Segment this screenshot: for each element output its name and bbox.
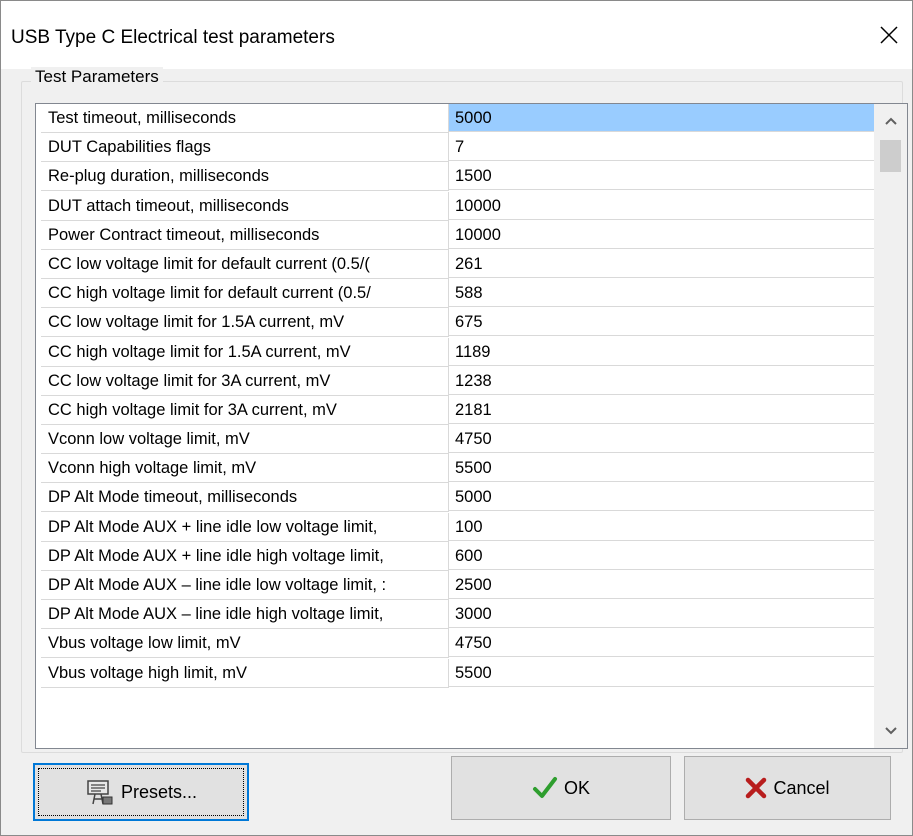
parameter-value[interactable]: 1189: [449, 338, 878, 366]
parameter-value[interactable]: 2181: [449, 396, 878, 424]
parameter-row[interactable]: Vconn low voltage limit, mV 4750: [41, 425, 878, 455]
parameter-value[interactable]: 261: [449, 250, 878, 278]
parameter-label: Test timeout, milliseconds: [41, 104, 449, 133]
scroll-thumb[interactable]: [880, 140, 901, 172]
parameter-value[interactable]: 5000: [449, 483, 878, 512]
parameter-label: DP Alt Mode AUX – line idle low voltage …: [41, 571, 449, 600]
parameter-label: Power Contract timeout, milliseconds: [41, 220, 449, 250]
parameter-value[interactable]: 5500: [449, 454, 878, 483]
parameter-value[interactable]: 675: [449, 308, 878, 337]
parameter-row[interactable]: DP Alt Mode AUX – line idle low voltage …: [41, 571, 878, 600]
parameter-row[interactable]: DP Alt Mode AUX + line idle low voltage …: [41, 512, 878, 542]
parameter-label: CC high voltage limit for 3A current, mV: [41, 395, 449, 425]
parameter-label: DUT Capabilities flags: [41, 133, 449, 163]
parameter-row[interactable]: Vbus voltage high limit, mV 5500: [41, 658, 878, 688]
parameter-value[interactable]: 5500: [449, 659, 878, 687]
parameter-row[interactable]: CC high voltage limit for 1.5A current, …: [41, 337, 878, 367]
focus-rectangle: [38, 768, 244, 816]
scroll-up-button[interactable]: [874, 104, 907, 138]
vertical-scrollbar[interactable]: [874, 104, 907, 748]
ok-label: OK: [563, 777, 590, 798]
title-bar: USB Type C Electrical test parameters: [1, 1, 912, 69]
parameter-row[interactable]: DUT Capabilities flags 7: [41, 133, 878, 163]
parameter-label: CC high voltage limit for default curren…: [41, 279, 449, 309]
parameter-value[interactable]: 10000: [449, 221, 878, 249]
parameter-value[interactable]: 4750: [449, 425, 878, 454]
parameter-label: DP Alt Mode AUX + line idle low voltage …: [41, 512, 449, 542]
parameter-value[interactable]: 7: [449, 133, 878, 162]
dialog-window: USB Type C Electrical test parameters Te…: [0, 0, 913, 836]
parameter-label: DP Alt Mode timeout, milliseconds: [41, 483, 449, 513]
parameter-label: CC low voltage limit for 1.5A current, m…: [41, 308, 449, 338]
parameter-rows: Test timeout, milliseconds 5000 DUT Capabi…: [41, 104, 878, 688]
window-title: USB Type C Electrical test parameters: [11, 27, 335, 48]
parameter-row[interactable]: Vbus voltage low limit, mV 4750: [41, 629, 878, 659]
close-icon: [880, 26, 898, 44]
cancel-label: Cancel: [773, 777, 830, 798]
parameter-row[interactable]: CC high voltage limit for 3A current, mV…: [41, 395, 878, 425]
parameter-row[interactable]: Test timeout, milliseconds 5000: [41, 104, 878, 133]
parameter-label: DP Alt Mode AUX + line idle high voltage…: [41, 541, 449, 571]
parameter-label: Re-plug duration, milliseconds: [41, 162, 449, 192]
parameter-value[interactable]: 588: [449, 279, 878, 308]
parameter-value[interactable]: 10000: [449, 192, 878, 220]
chevron-up-icon: [884, 117, 897, 125]
parameter-value[interactable]: 4750: [449, 629, 878, 658]
cancel-button[interactable]: Cancel: [684, 756, 891, 820]
parameter-value[interactable]: 5000: [449, 104, 878, 132]
cross-icon: [745, 777, 767, 799]
parameter-label: Vbus voltage high limit, mV: [41, 658, 449, 688]
parameter-row[interactable]: DUT attach timeout, milliseconds 10000: [41, 191, 878, 221]
parameter-label: CC high voltage limit for 1.5A current, …: [41, 337, 449, 367]
scroll-down-button[interactable]: [874, 714, 907, 748]
parameter-value[interactable]: 2500: [449, 571, 878, 599]
parameter-value[interactable]: 1500: [449, 162, 878, 191]
parameter-row[interactable]: CC low voltage limit for default current…: [41, 249, 878, 279]
parameter-value[interactable]: 100: [449, 513, 878, 541]
parameter-row[interactable]: CC high voltage limit for default curren…: [41, 279, 878, 309]
parameter-row[interactable]: DP Alt Mode AUX – line idle high voltage…: [41, 600, 878, 630]
parameter-row[interactable]: DP Alt Mode AUX + line idle high voltage…: [41, 541, 878, 571]
parameter-label: DP Alt Mode AUX – line idle high voltage…: [41, 600, 449, 630]
parameter-label: Vbus voltage low limit, mV: [41, 629, 449, 659]
chevron-down-icon: [884, 727, 897, 735]
parameter-value[interactable]: 1238: [449, 367, 878, 395]
ok-button[interactable]: OK: [451, 756, 671, 820]
parameter-label: DUT attach timeout, milliseconds: [41, 191, 449, 221]
parameter-row[interactable]: DP Alt Mode timeout, milliseconds 5000: [41, 483, 878, 513]
parameter-row[interactable]: CC low voltage limit for 1.5A current, m…: [41, 308, 878, 338]
presets-button[interactable]: Presets...: [33, 763, 249, 821]
parameter-label: Vconn high voltage limit, mV: [41, 454, 449, 484]
group-label: Test Parameters: [31, 67, 163, 87]
parameter-row[interactable]: Vconn high voltage limit, mV 5500: [41, 454, 878, 484]
parameter-row[interactable]: CC low voltage limit for 3A current, mV 1…: [41, 366, 878, 396]
parameter-value[interactable]: 600: [449, 542, 878, 570]
parameter-row[interactable]: Power Contract timeout, milliseconds 1000…: [41, 220, 878, 250]
parameter-value[interactable]: 3000: [449, 600, 878, 629]
checkmark-icon: [532, 776, 558, 800]
parameter-row[interactable]: Re-plug duration, milliseconds 1500: [41, 162, 878, 192]
parameter-label: Vconn low voltage limit, mV: [41, 425, 449, 455]
parameter-label: CC low voltage limit for 3A current, mV: [41, 366, 449, 396]
parameter-label: CC low voltage limit for default current…: [41, 249, 449, 279]
parameter-grid[interactable]: Test timeout, milliseconds 5000 DUT Capabi…: [35, 103, 908, 749]
close-button[interactable]: [874, 18, 904, 52]
